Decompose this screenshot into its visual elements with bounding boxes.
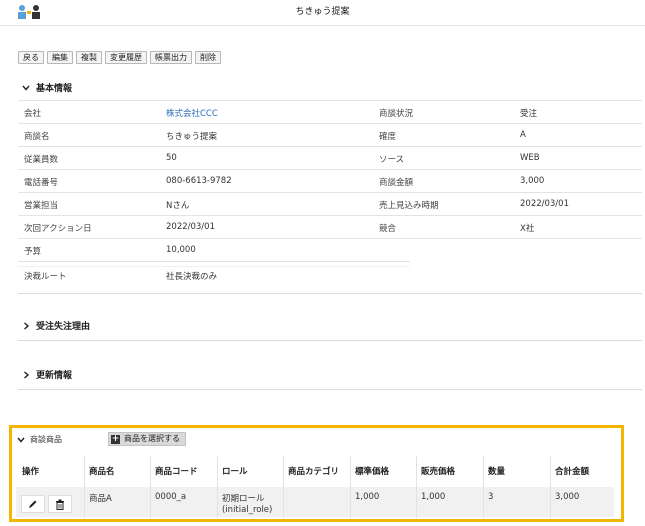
section-divider (18, 340, 642, 341)
duplicate-button[interactable]: 複製 (76, 51, 102, 64)
delete-row-button[interactable] (48, 495, 72, 513)
field-label: ソース (379, 155, 405, 165)
back-button[interactable]: 戻る (18, 51, 44, 64)
edit-row-button[interactable] (21, 495, 45, 513)
product-role-id: (initial_role) (222, 505, 273, 515)
column-divider (416, 456, 417, 518)
field-label: 次回アクション日 (24, 224, 92, 234)
field-value: X社 (520, 224, 535, 234)
field-label: 商談名 (24, 132, 50, 142)
column-divider (283, 456, 284, 518)
delete-button[interactable]: 削除 (195, 51, 221, 64)
row-divider (18, 261, 410, 262)
chevron-down-icon (17, 437, 25, 443)
chevron-down-icon (22, 85, 30, 91)
column-divider (84, 456, 85, 518)
row-divider (18, 266, 410, 267)
field-label: 売上見込み時期 (379, 201, 439, 211)
field-value: 2022/03/01 (166, 222, 215, 232)
field-label: 従業員数 (24, 155, 59, 165)
field-label: 予算 (24, 247, 42, 257)
field-label: 確度 (379, 132, 397, 142)
field-label: 営業担当 (24, 201, 59, 211)
field-value: A (520, 130, 526, 140)
row-divider (18, 215, 642, 216)
product-code: 0000_a (155, 492, 187, 502)
section-title: 基本情報 (36, 84, 73, 94)
field-value: 社長決裁のみ (166, 272, 218, 282)
section-divider (18, 389, 642, 390)
field-value: 080-6613-9782 (166, 176, 232, 186)
product-name: 商品A (89, 494, 112, 504)
quantity: 3 (488, 492, 494, 502)
field-value: 2022/03/01 (520, 199, 569, 209)
field-label: 決裁ルート (24, 272, 67, 282)
field-value: 3,000 (520, 176, 545, 186)
field-value: Nさん (166, 201, 190, 211)
chevron-right-icon (24, 321, 30, 330)
select-product-label: 商品を選択する (124, 434, 180, 443)
standard-price: 1,000 (355, 492, 380, 502)
pencil-icon (29, 500, 37, 508)
field-value: 10,000 (166, 245, 196, 255)
field-label: 電話番号 (24, 178, 59, 188)
order-reason-section-toggle[interactable]: 受注失注理由 (22, 319, 90, 332)
column-header: ロール (222, 467, 248, 477)
row-divider (18, 238, 642, 239)
column-divider (550, 456, 551, 518)
change-history-button[interactable]: 変更履歴 (105, 51, 147, 64)
column-header: 商品コード (155, 467, 198, 477)
row-divider (18, 123, 642, 124)
column-divider (150, 456, 151, 518)
company-link[interactable]: 株式会社CCC (166, 107, 218, 119)
column-header: 商品カテゴリ (288, 467, 340, 477)
column-header: 合計金額 (555, 467, 590, 477)
field-value: WEB (520, 153, 540, 163)
row-divider (18, 100, 642, 101)
column-header: 商品名 (89, 467, 115, 477)
product-role: 初期ロール (222, 494, 265, 504)
row-divider (18, 169, 642, 170)
row-divider (18, 146, 642, 147)
app-header: ちきゅう提案 (0, 0, 645, 26)
select-product-button[interactable]: + 商品を選択する (108, 432, 186, 446)
field-label: 商談金額 (379, 178, 414, 188)
field-label: 競合 (379, 224, 397, 234)
field-value: ちきゅう提案 (166, 132, 218, 142)
chevron-right-icon (24, 370, 30, 379)
products-section-toggle[interactable]: 商談商品 (17, 434, 62, 445)
section-title: 更新情報 (36, 371, 73, 381)
products-title: 商談商品 (30, 435, 62, 444)
section-divider (18, 293, 642, 294)
trash-icon (56, 499, 64, 510)
column-header: 数量 (488, 467, 506, 477)
update-info-section-toggle[interactable]: 更新情報 (22, 368, 72, 381)
page-title: ちきゅう提案 (295, 7, 350, 17)
section-title: 受注失注理由 (36, 322, 91, 332)
column-divider (217, 456, 218, 518)
edit-button[interactable]: 編集 (47, 51, 73, 64)
total-amount: 3,000 (555, 492, 580, 502)
column-header: 標準価格 (355, 467, 390, 477)
field-label: 商談状況 (379, 109, 414, 119)
action-toolbar: 戻る 編集 複製 変更履歴 帳票出力 削除 (18, 51, 221, 65)
basic-info-section-toggle[interactable]: 基本情報 (22, 81, 72, 94)
row-divider (18, 192, 642, 193)
field-label: 会社 (24, 109, 42, 119)
column-divider (350, 456, 351, 518)
column-header: 操作 (22, 467, 40, 477)
report-output-button[interactable]: 帳票出力 (150, 51, 192, 64)
plus-icon: + (111, 433, 120, 444)
field-value: 50 (166, 153, 177, 163)
field-value: 受注 (520, 109, 538, 119)
sale-price: 1,000 (421, 492, 446, 502)
column-divider (483, 456, 484, 518)
column-header: 販売価格 (421, 467, 456, 477)
